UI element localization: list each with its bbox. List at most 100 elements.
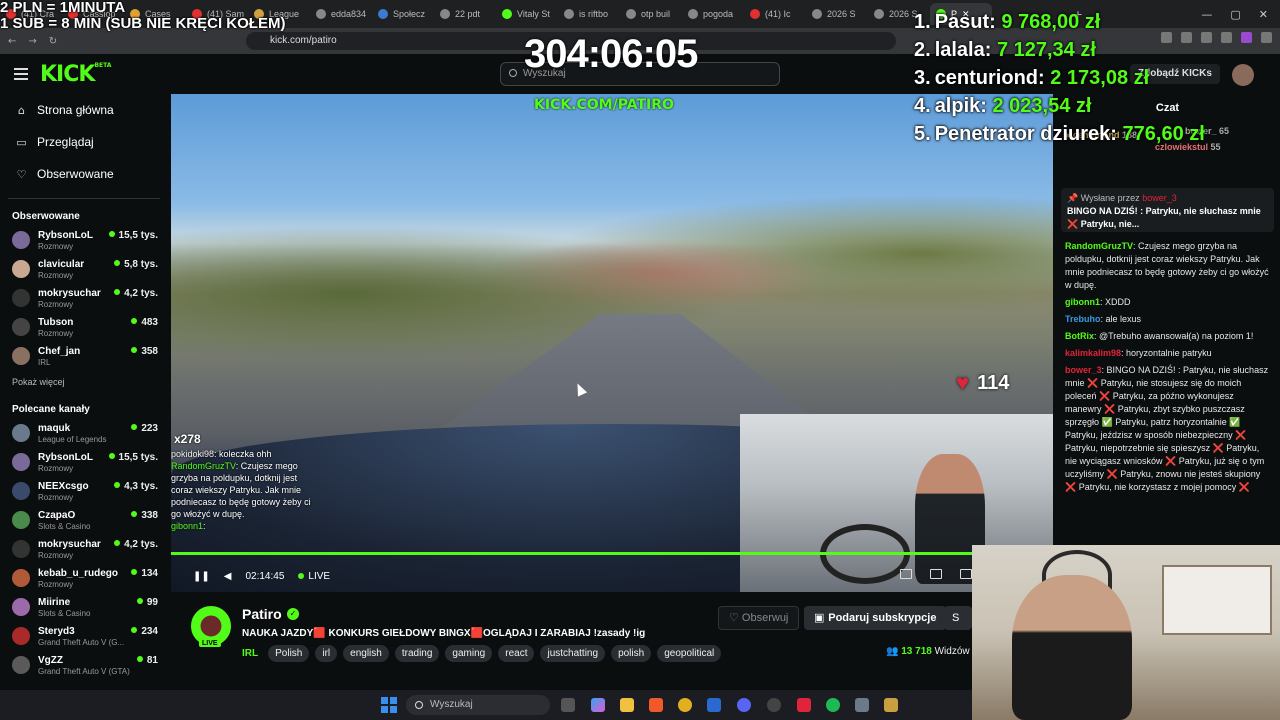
leaderboard-amount: 7 127,34 zł (996, 39, 1096, 61)
file-explorer-icon[interactable] (620, 698, 634, 712)
sidebar-channel-item[interactable]: NEEXcsgo Rozmowy 4,3 tys. (0, 478, 168, 507)
forward-icon[interactable]: → (28, 36, 36, 47)
subscribe-button[interactable]: S (944, 606, 972, 630)
windows-start-icon[interactable] (381, 697, 397, 713)
volume-icon[interactable]: ◀ (224, 571, 232, 582)
browser-tab[interactable]: pogoda (682, 3, 744, 25)
maximize-button[interactable]: ▢ (1230, 8, 1240, 21)
chat-username[interactable]: RandomGruzTV (1065, 241, 1133, 251)
browser-tab[interactable]: otp buil (620, 3, 682, 25)
pause-icon[interactable]: ❚❚ (193, 571, 210, 582)
sidebar-channel-item[interactable]: mokrysuchar Rozmowy 4,2 tys. (0, 536, 168, 565)
stream-tag[interactable]: react (498, 645, 535, 662)
close-window-button[interactable]: ✕ (1259, 8, 1268, 21)
kick-logo[interactable]: KICKBETA (40, 62, 111, 87)
sidebar-channel-item[interactable]: RybsonLoL Rozmowy 15,5 tys. (0, 227, 168, 256)
calculator-icon[interactable] (707, 698, 721, 712)
browse-icon: ▭ (16, 135, 27, 149)
app-icon[interactable] (797, 698, 811, 712)
browser-tab[interactable]: 22 pdt (434, 3, 496, 25)
stream-tag[interactable]: Polish (268, 645, 310, 662)
task-view-icon[interactable] (561, 698, 575, 712)
sidebar-channel-item[interactable]: Chef_jan IRL 358 (0, 343, 168, 372)
browser-tab[interactable]: is riftbo (558, 3, 620, 25)
heart-rate-value: 114 (977, 371, 1010, 394)
video-chat-text: : (203, 521, 206, 531)
theater-mode-icon[interactable] (930, 569, 942, 579)
sidebar-channel-item[interactable]: maquk League of Legends 223 (0, 420, 168, 449)
sidebar-nav-item[interactable]: ⌂ Strona główna (0, 94, 168, 126)
browser-tab[interactable]: edda834 (310, 3, 372, 25)
menu-icon[interactable] (1261, 32, 1272, 43)
tab-favicon-icon (440, 9, 450, 19)
channel-category: Slots & Casino (38, 522, 91, 531)
hamburger-menu-icon[interactable] (14, 68, 28, 80)
subathon-timer: 304:06:05 (524, 32, 698, 76)
back-icon[interactable]: ← (8, 36, 16, 47)
sidebar-channel-item[interactable]: kebab_u_rudego Rozmowy 134 (0, 565, 168, 594)
stream-tag[interactable]: english (343, 645, 389, 662)
video-player[interactable]: KICK.COM/PATIRO ♥ 114 x278 pokidoki98: k… (171, 94, 1053, 592)
chat-username[interactable]: kalimkalim98 (1065, 348, 1121, 358)
chrome-icon[interactable] (678, 698, 692, 712)
browser-tab[interactable]: 2026 S (806, 3, 868, 25)
channel-category: Rozmowy (38, 464, 74, 473)
sidebar-channel-item[interactable]: mokrysuchar Rozmowy 4,2 tys. (0, 285, 168, 314)
sidebar-nav-item[interactable]: ♡ Obserwowane (0, 158, 168, 190)
chat-username[interactable]: gibonn1 (1065, 297, 1100, 307)
user-avatar[interactable] (1232, 64, 1254, 86)
reload-icon[interactable]: ↻ (49, 36, 57, 47)
video-progress-bar[interactable] (171, 552, 1053, 555)
chat-username[interactable]: BotRix (1065, 331, 1094, 341)
extension-icon[interactable] (1241, 32, 1252, 43)
copilot-icon[interactable] (591, 698, 605, 712)
chat-panel: Czat ● centuriond 188 bower_ 65 czlowiek… (1055, 94, 1280, 554)
stream-rules-overlay: 2 PLN = 1MINUTA 1 SUB = 8 MIN (SUB NIE K… (0, 0, 300, 32)
browser-tab[interactable]: Społecz (372, 3, 434, 25)
pip-icon[interactable] (900, 569, 912, 579)
pinned-message[interactable]: 📌 Wysłane przez bower_3 BINGO NA DZIŚ! :… (1061, 188, 1274, 232)
sidebar-channel-item[interactable]: Tubson Rozmowy 483 (0, 314, 168, 343)
sidebar-channel-item[interactable]: clavicular Rozmowy 5,8 tys. (0, 256, 168, 285)
leaderboard-row: 5. Penetrator dziurek: 776,60 zł (914, 120, 1205, 148)
discord-icon[interactable] (737, 698, 751, 712)
browser-tab[interactable]: (41) Ic (744, 3, 806, 25)
obs-icon[interactable] (767, 698, 781, 712)
spotify-icon[interactable] (826, 698, 840, 712)
stream-tag[interactable]: gaming (445, 645, 493, 662)
stream-tag[interactable]: irl (315, 645, 338, 662)
sidebar-nav-item[interactable]: ▭ Przeglądaj (0, 126, 168, 158)
chat-username[interactable]: Trebuho (1065, 314, 1101, 324)
tab-title: (41) Ic (765, 9, 791, 19)
leaderboard-name: centuriond: (934, 67, 1045, 89)
rule-line-1: 2 PLN = 1MINUTA (0, 0, 126, 16)
streamer-person (1012, 575, 1132, 720)
viewer-count: 👥 13 718 Widzów (886, 646, 970, 657)
streamer-name[interactable]: Patiro (242, 606, 282, 622)
sidebar-channel-item[interactable]: Steryd3 Grand Theft Auto V (G... 234 (0, 623, 168, 652)
sidebar-channel-item[interactable]: CzapaO Slots & Casino 338 (0, 507, 168, 536)
stream-tag[interactable]: justchatting (540, 645, 606, 662)
stream-tag[interactable]: polish (611, 645, 652, 662)
app-icon[interactable] (884, 698, 898, 712)
settings-icon[interactable] (855, 698, 869, 712)
sidebar-channel-item[interactable]: RybsonLoL Rozmowy 15,5 tys. (0, 449, 168, 478)
channel-category: Rozmowy (38, 580, 74, 589)
extension-icon[interactable] (1221, 32, 1232, 43)
chat-username[interactable]: bower_3 (1065, 365, 1102, 375)
stream-tag[interactable]: trading (394, 645, 440, 662)
fullscreen-icon[interactable] (960, 569, 972, 579)
gift-subscription-button[interactable]: ▣ Podaruj subskrypcje (804, 606, 947, 630)
sidebar-nav-label: Przeglądaj (37, 135, 94, 149)
sidebar-channel-item[interactable]: VgZZ Grand Theft Auto V (GTA) 81 (0, 652, 168, 681)
taskbar-search[interactable]: Wyszukaj (406, 695, 550, 715)
video-chat-user: gibonn1 (171, 521, 204, 531)
show-more-link[interactable]: Pokaż więcej (0, 372, 168, 392)
stream-tag[interactable]: geopolitical (657, 645, 722, 662)
sidebar-channel-item[interactable]: Miirine Slots & Casino 99 (0, 594, 168, 623)
browser-tab[interactable]: Vitaly St (496, 3, 558, 25)
stream-category[interactable]: IRL (242, 648, 258, 659)
brave-icon[interactable] (649, 698, 663, 712)
follow-button[interactable]: ♡ Obserwuj (718, 606, 800, 630)
tab-title: edda834 (331, 9, 367, 19)
